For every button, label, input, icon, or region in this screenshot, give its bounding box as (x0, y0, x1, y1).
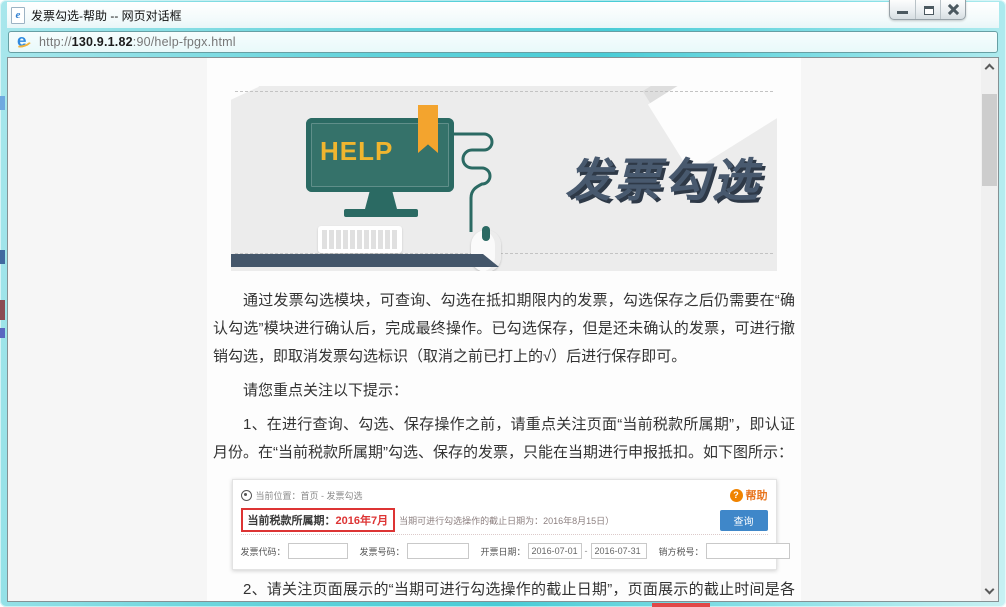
content-column: HELP 发票勾选 通过发票勾选模块，可查询、勾选在抵扣期限内的发票，勾选保存之… (207, 58, 801, 601)
invoice-code-input (287, 543, 348, 559)
address-bar-row: e http://130.9.1.82:90/help-fpgx.html (7, 30, 999, 56)
dotted-divider (240, 534, 768, 535)
banner-bottom-bar (231, 254, 499, 267)
help-page: HELP 发票勾选 通过发票勾选模块，可查询、勾选在抵扣期限内的发票，勾选保存之… (8, 58, 981, 601)
chevron-down-icon (984, 584, 995, 595)
ie-page-icon: e (11, 6, 25, 24)
restore-button[interactable] (915, 0, 940, 19)
breadcrumb: 当前位置：首页 - 发票勾选 (255, 490, 363, 501)
window-title: 发票勾选-帮助 -- 网页对话框 (31, 8, 182, 23)
query-button: 查询 (719, 509, 768, 531)
keyboard-keys (322, 230, 398, 249)
screenshot-filter-row: 发票代码： 发票号码： 开票日期： - 销方税号： (240, 543, 790, 559)
seller-tax-id-input (705, 543, 790, 559)
minimize-button[interactable] (890, 0, 915, 19)
paragraph-intro: 通过发票勾选模块，可查询、勾选在抵扣期限内的发票，勾选保存之后仍需要在“确认勾选… (213, 292, 795, 365)
screenshot-period-row: 当前税款所属期： 2016年7月 当期可进行勾选操作的截止日期为：2016年8月… (240, 508, 768, 532)
location-pin-icon (240, 489, 252, 501)
help-illustration: HELP (271, 104, 521, 271)
mouse-wheel (482, 226, 490, 241)
background-artifact (0, 328, 5, 338)
chevron-up-icon (984, 63, 995, 74)
url-host: 130.9.1.82 (71, 35, 133, 49)
address-bar[interactable]: e http://130.9.1.82:90/help-fpgx.html (8, 31, 998, 53)
help-banner: HELP 发票勾选 (231, 86, 777, 271)
date-from-input (527, 543, 582, 559)
ie-page-icon-letter: e (15, 9, 21, 21)
restore-icon (924, 6, 934, 15)
help-link: ? 帮助 (729, 487, 768, 503)
tax-period-value: 2016年7月 (335, 515, 389, 527)
deadline-text: 当期可进行勾选操作的截止日期为：2016年8月15日） (399, 515, 615, 526)
screenshot-breadcrumb-row: 当前位置：首页 - 发票勾选 ? 帮助 (240, 485, 768, 505)
url-path: :90/help-fpgx.html (132, 35, 236, 49)
date-range-separator: - (584, 546, 588, 556)
invoice-code-label: 发票代码： (240, 546, 286, 557)
help-word: HELP (320, 136, 394, 166)
dialog-window: e 发票勾选-帮助 -- 网页对话框 e http://130.9.1.82:9… (0, 0, 1006, 607)
window-controls (889, 0, 966, 20)
minimize-icon (897, 11, 908, 14)
invoice-number-label: 发票号码： (359, 546, 405, 557)
mouse-cable (454, 132, 494, 232)
help-link-label: 帮助 (745, 490, 768, 502)
screen: e 发票勾选-帮助 -- 网页对话框 e http://130.9.1.82:9… (0, 0, 1006, 607)
background-artifact (0, 300, 5, 320)
tax-period-highlight-box: 当前税款所属期： 2016年7月 (240, 508, 396, 532)
monitor-graphic: HELP (306, 105, 454, 192)
page-viewport: HELP 发票勾选 通过发票勾选模块，可查询、勾选在抵扣期限内的发票，勾选保存之… (7, 57, 999, 602)
paragraph-notice: 请您重点关注以下提示： (243, 382, 409, 399)
background-artifact (0, 96, 5, 110)
monitor-stand (365, 192, 397, 209)
monitor-base (344, 209, 418, 217)
scroll-down-button[interactable] (981, 582, 998, 601)
date-to-input (590, 543, 647, 559)
keyboard-graphic (318, 226, 402, 253)
tax-period-label: 当前税款所属期： (247, 515, 336, 527)
example-screenshot-image: 当前位置：首页 - 发票勾选 ? 帮助 当前税款所属期： 2016年7月 当期可… (231, 479, 790, 570)
ie-logo-icon: e (14, 31, 33, 50)
scroll-up-button[interactable] (981, 58, 998, 77)
close-button[interactable] (940, 0, 965, 19)
vertical-scrollbar[interactable] (981, 58, 998, 601)
url-text: http://130.9.1.82:90/help-fpgx.html (39, 35, 236, 49)
invoice-number-input (406, 543, 469, 559)
url-scheme: http:// (39, 35, 72, 49)
background-artifact (652, 603, 710, 607)
paragraph-tip2: 2、请关注页面展示的“当期可进行勾选操作的截止日期”，页面展示的截止时间是各省当… (243, 581, 795, 598)
background-artifact (0, 250, 5, 264)
scrollbar-thumb[interactable] (982, 94, 997, 186)
title-bar: e 发票勾选-帮助 -- 网页对话框 (7, 2, 999, 28)
invoice-date-label: 开票日期： (480, 546, 526, 557)
question-mark-icon: ? (729, 488, 743, 502)
paragraph-tip1: 1、在进行查询、勾选、保存操作之前，请重点关注页面“当前税款所属期”，即认证月份… (213, 416, 795, 461)
banner-title: 发票勾选 (565, 154, 761, 206)
seller-tax-id-label: 销方税号： (658, 546, 704, 557)
